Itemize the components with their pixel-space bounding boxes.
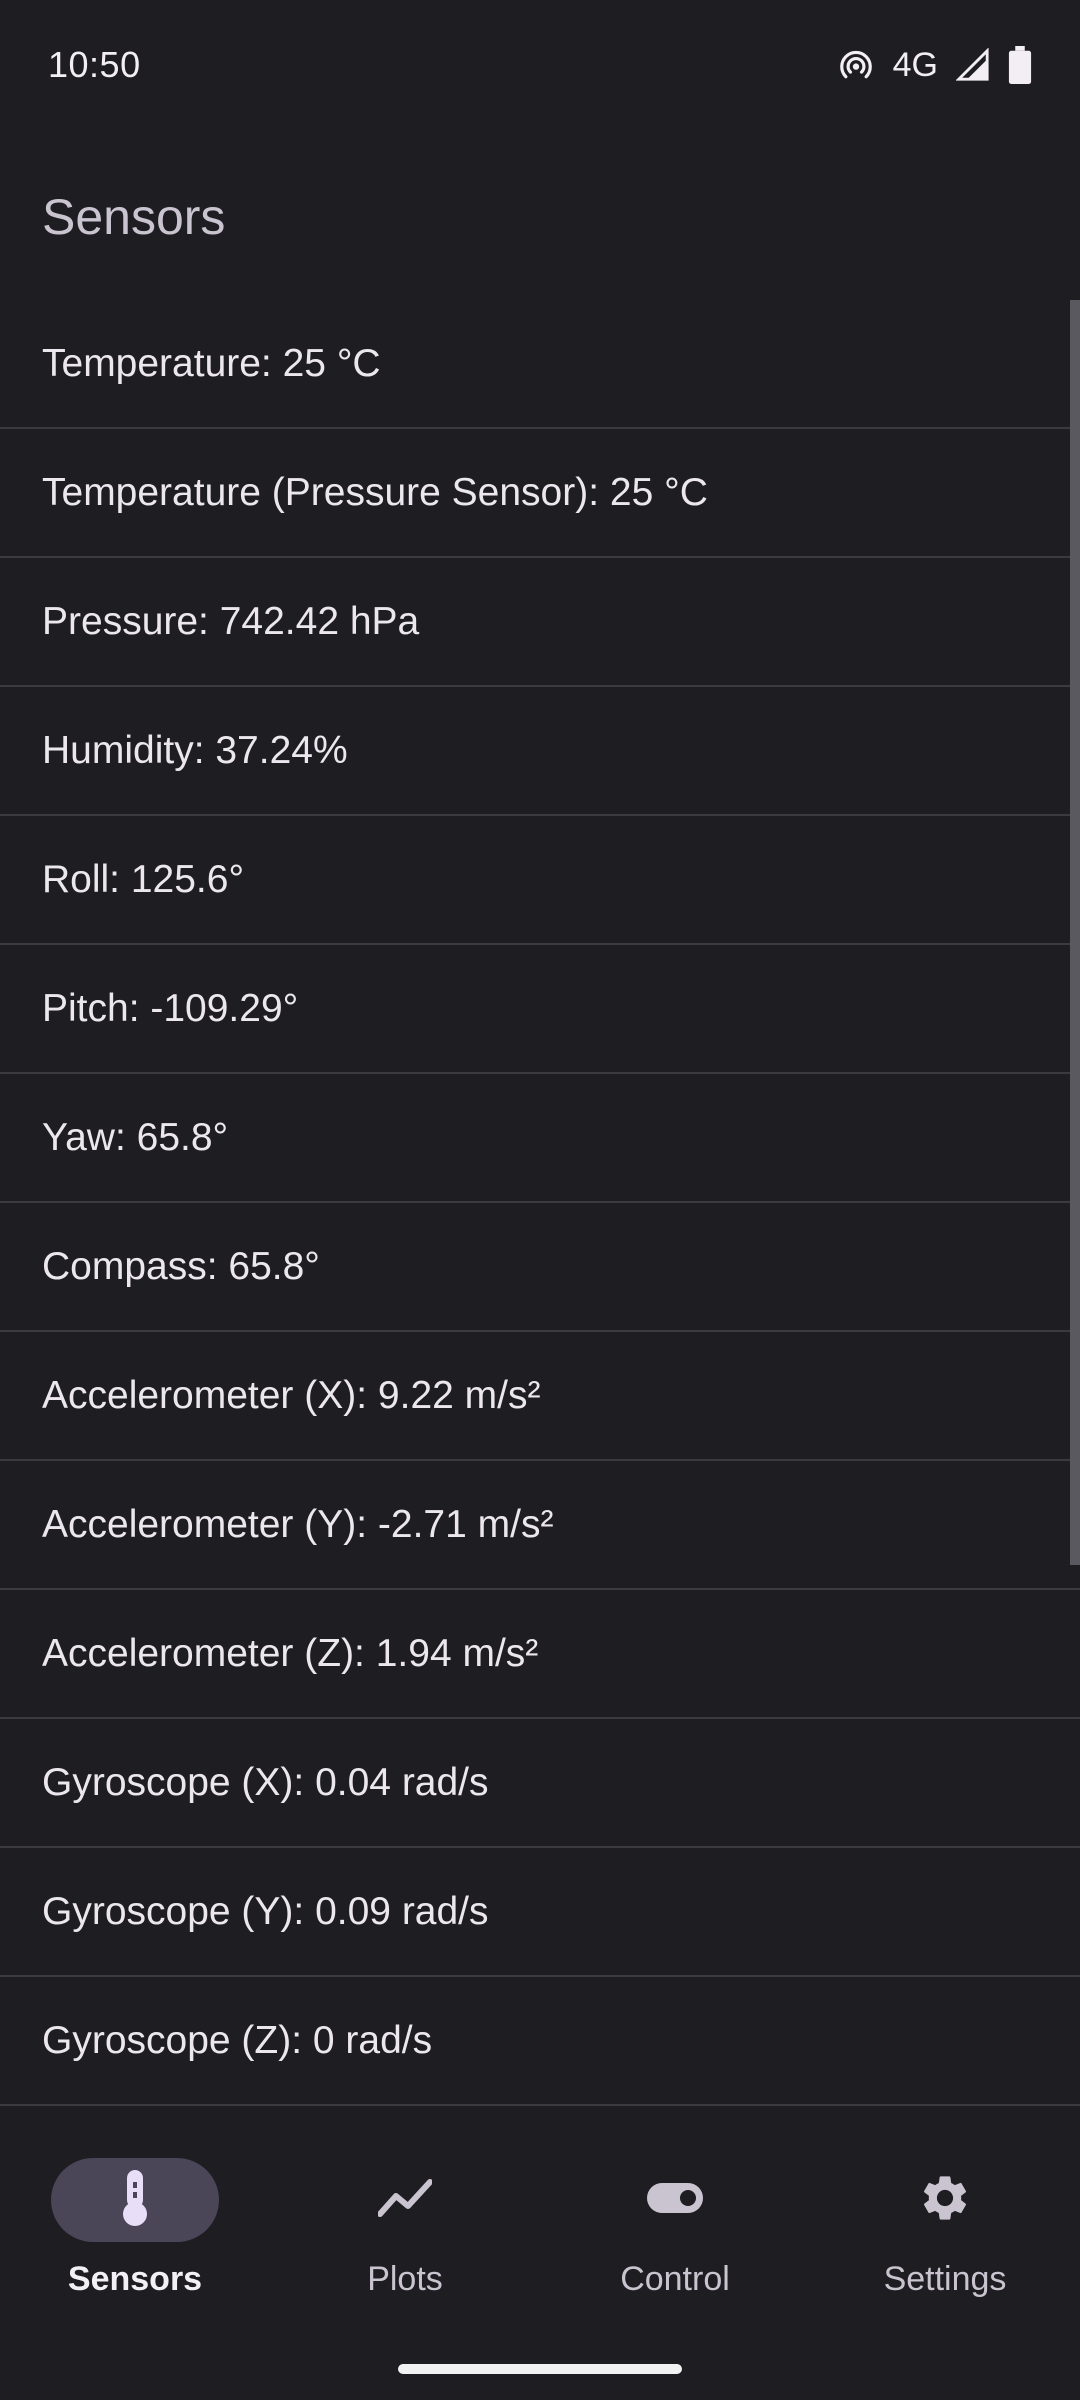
hotspot-icon [837,46,875,84]
sensor-row-gyroscope-z: Gyroscope (Z): 0 rad/s [0,1977,1080,2106]
nav-label-settings: Settings [883,2260,1007,2298]
sensor-row-accelerometer-z: Accelerometer (Z): 1.94 m/s² [0,1590,1080,1719]
network-type: 4G [892,45,938,84]
nav-item-plots[interactable]: Plots [270,2106,540,2326]
signal-icon [956,48,990,82]
sensor-row-pitch: Pitch: -109.29° [0,945,1080,1074]
nav-label-control: Control [620,2260,730,2298]
sensor-row-humidity: Humidity: 37.24% [0,687,1080,816]
nav-label-plots: Plots [367,2260,443,2298]
sensor-row-gyroscope-y: Gyroscope (Y): 0.09 rad/s [0,1848,1080,1977]
gear-icon [918,2171,972,2230]
page-title: Sensors [42,189,226,245]
sensor-row-pressure: Pressure: 742.42 hPa [0,558,1080,687]
nav-item-control[interactable]: Control [540,2106,810,2326]
toggle-icon [647,2182,703,2218]
nav-label-sensors: Sensors [67,2260,203,2298]
scrollbar[interactable] [1070,300,1080,1565]
nav-item-sensors[interactable]: Sensors [0,2106,270,2326]
sensor-row-gyroscope-x: Gyroscope (X): 0.04 rad/s [0,1719,1080,1848]
nav-item-settings[interactable]: Settings [810,2106,1080,2326]
trend-line-icon [377,2178,433,2223]
sensor-row-temperature-pressure: Temperature (Pressure Sensor): 25 °C [0,429,1080,558]
sensor-row-yaw: Yaw: 65.8° [0,1074,1080,1203]
nav-pill-settings [861,2158,1029,2242]
nav-pill-control [591,2158,759,2242]
thermometer-icon [117,2169,153,2231]
sensor-list: Temperature: 25 °C Temperature (Pressure… [0,300,1080,2106]
nav-pill-sensors [51,2158,219,2242]
status-icons: 4G [837,46,1032,85]
nav-pill-plots [321,2158,489,2242]
sensor-row-roll: Roll: 125.6° [0,816,1080,945]
status-time: 10:50 [48,44,141,85]
sensor-row-temperature: Temperature: 25 °C [0,300,1080,429]
status-bar: 10:50 4G [0,0,1080,130]
sensor-row-accelerometer-x: Accelerometer (X): 9.22 m/s² [0,1332,1080,1461]
sensor-row-accelerometer-y: Accelerometer (Y): -2.71 m/s² [0,1461,1080,1590]
bottom-nav: Sensors Plots Control Settings [0,2106,1080,2400]
screen: 10:50 4G Sensors Temperature: 25 °C Temp… [0,0,1080,2400]
battery-icon [1008,46,1032,84]
sensor-row-compass: Compass: 65.8° [0,1203,1080,1332]
home-indicator[interactable] [398,2364,682,2374]
